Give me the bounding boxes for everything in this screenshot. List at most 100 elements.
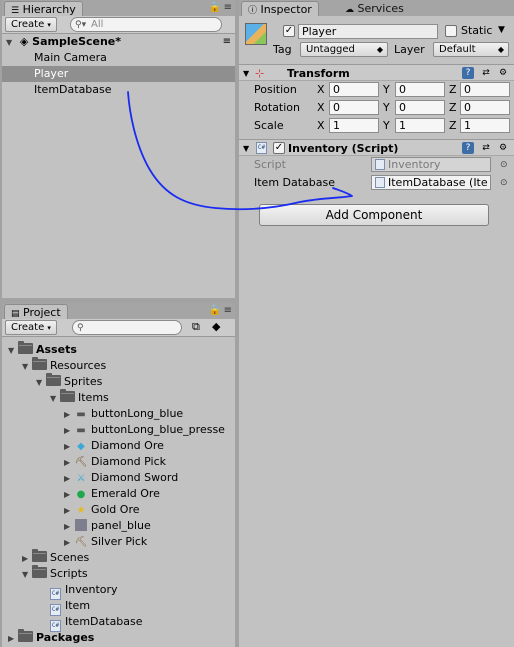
expand-arrow-icon[interactable]: ▼ — [36, 375, 46, 391]
asset-row[interactable]: ▶ ▬ buttonLong_blue — [2, 406, 235, 422]
hierarchy-item-player[interactable]: Player — [2, 66, 235, 82]
collapsed-arrow-icon[interactable]: ▶ — [64, 535, 74, 551]
object-picker-icon[interactable]: ⊙ — [500, 178, 508, 188]
tab-inspector[interactable]: ⓘ Inspector — [241, 1, 319, 16]
rotation-y-field[interactable]: 0 — [395, 100, 445, 115]
tag-value: Untagged — [306, 44, 355, 55]
collapsed-arrow-icon[interactable]: ▶ — [64, 503, 74, 519]
object-name-value: Player — [302, 25, 337, 38]
collapsed-arrow-icon[interactable]: ▶ — [64, 407, 74, 423]
active-checkbox[interactable]: ✓ — [283, 25, 295, 37]
hierarchy-create-button[interactable]: Create ▾ — [5, 17, 57, 32]
collapsed-arrow-icon[interactable]: ▶ — [64, 455, 74, 471]
tree-item-packages[interactable]: ▶ Packages — [2, 629, 235, 647]
expand-arrow-icon[interactable]: ▼ — [6, 35, 16, 51]
tree-item-resources[interactable]: ▼ Resources — [2, 357, 235, 375]
hierarchy-item-label: ItemDatabase — [34, 83, 112, 96]
asset-row[interactable]: ▶ ⚔ Diamond Sword — [2, 470, 235, 486]
folder-icon — [46, 373, 61, 386]
lock-icon[interactable]: 🔒 — [209, 2, 221, 13]
expand-arrow-icon[interactable]: ▼ — [22, 567, 32, 583]
tree-item-items[interactable]: ▼ Items — [2, 389, 235, 407]
collapsed-arrow-icon[interactable]: ▶ — [64, 439, 74, 455]
script-file-row[interactable]: C# Inventory — [2, 582, 235, 600]
expand-arrow-icon[interactable]: ▼ — [243, 65, 249, 82]
collapsed-arrow-icon[interactable]: ▶ — [64, 471, 74, 487]
item-database-object-field[interactable]: ItemDatabase (Ite — [371, 175, 491, 190]
project-create-button[interactable]: Create ▾ — [5, 320, 57, 335]
emerald-icon: ● — [76, 489, 86, 500]
tab-hierarchy[interactable]: ☰ Hierarchy — [4, 1, 83, 16]
asset-row[interactable]: ▶ ◆ Diamond Ore — [2, 438, 235, 454]
field-value: 1 — [399, 119, 406, 132]
expand-arrow-icon[interactable]: ▼ — [8, 343, 18, 359]
hierarchy-item-label: Player — [34, 67, 69, 80]
lock-icon[interactable]: 🔒 — [209, 305, 221, 316]
script-label: Inventory — [65, 583, 118, 596]
scene-menu-icon[interactable]: ≡ — [223, 34, 231, 50]
asset-row[interactable]: ▶ ▬ buttonLong_blue_presse — [2, 422, 235, 438]
transform-header[interactable]: ▼ ⊹ Transform ? ⇄ ⚙ — [239, 64, 514, 81]
hierarchy-item-itemdatabase[interactable]: ItemDatabase — [2, 82, 235, 98]
asset-row[interactable]: ▶ panel_blue — [2, 518, 235, 534]
collapsed-arrow-icon[interactable]: ▶ — [64, 487, 74, 503]
panel-menu-icon[interactable]: ≡ — [224, 305, 232, 316]
static-dropdown-arrow-icon[interactable]: ▼ — [498, 25, 505, 35]
asset-row[interactable]: ▶ ● Emerald Ore — [2, 486, 235, 502]
object-picker-icon[interactable]: ⊙ — [500, 160, 508, 170]
scale-x-field[interactable]: 1 — [329, 118, 379, 133]
scale-z-field[interactable]: 1 — [460, 118, 510, 133]
hierarchy-item-main-camera[interactable]: Main Camera — [2, 50, 235, 66]
rotation-x-field[interactable]: 0 — [329, 100, 379, 115]
hierarchy-search-input[interactable]: ⚲▾ All — [70, 17, 222, 32]
component-enabled-checkbox[interactable]: ✓ — [273, 142, 285, 154]
layer-dropdown[interactable]: Default ◆ — [433, 42, 509, 57]
collapsed-arrow-icon[interactable]: ▶ — [22, 551, 32, 567]
gear-icon[interactable]: ⚙ — [497, 67, 509, 79]
tab-services[interactable]: ☁ Services — [339, 1, 410, 16]
rotation-z-field[interactable]: 0 — [460, 100, 510, 115]
asset-row[interactable]: ▶ ★ Gold Ore — [2, 502, 235, 518]
asset-row[interactable]: ▶ ⛏ Diamond Pick — [2, 454, 235, 470]
script-file-row[interactable]: C# Item — [2, 598, 235, 616]
gear-icon[interactable]: ⚙ — [497, 142, 509, 154]
chevron-down-icon: ▾ — [47, 21, 51, 29]
expand-arrow-icon[interactable]: ▼ — [243, 140, 249, 157]
gold-ore-icon: ★ — [76, 505, 86, 516]
collapsed-arrow-icon[interactable]: ▶ — [8, 631, 18, 647]
filter-by-type-icon[interactable]: ⧉ — [192, 320, 200, 334]
tab-project[interactable]: ▤ Project — [4, 304, 68, 319]
axis-x-label: X — [317, 101, 325, 114]
scene-row[interactable]: ▼ ◈ SampleScene* ≡ — [2, 34, 235, 50]
folder-icon — [60, 389, 75, 402]
axis-y-label: Y — [383, 83, 390, 96]
preset-icon[interactable]: ⇄ — [480, 67, 492, 79]
position-x-field[interactable]: 0 — [329, 82, 379, 97]
inventory-header[interactable]: ▼ C# ✓ Inventory (Script) ? ⇄ ⚙ — [239, 139, 514, 156]
tree-item-scripts[interactable]: ▼ Scripts — [2, 565, 235, 583]
tree-item-scenes[interactable]: ▶ Scenes — [2, 549, 235, 567]
expand-arrow-icon[interactable]: ▼ — [50, 391, 60, 407]
script-file-row[interactable]: C# ItemDatabase — [2, 614, 235, 632]
static-checkbox[interactable] — [445, 25, 457, 37]
add-component-button[interactable]: Add Component — [259, 204, 489, 226]
tree-item-assets[interactable]: ▼ Assets — [2, 341, 235, 359]
project-search-input[interactable]: ⚲ — [72, 320, 182, 335]
project-toolbar: Create ▾ ⚲ ⧉ ◆ — [2, 319, 235, 337]
collapsed-arrow-icon[interactable]: ▶ — [64, 519, 74, 535]
asset-row[interactable]: ▶ ⛏ Silver Pick — [2, 534, 235, 550]
help-icon[interactable]: ? — [462, 67, 474, 79]
object-name-field[interactable]: Player — [298, 24, 438, 39]
tree-item-sprites[interactable]: ▼ Sprites — [2, 373, 235, 391]
tag-dropdown[interactable]: Untagged ◆ — [300, 42, 388, 57]
filter-by-label-icon[interactable]: ◆ — [212, 320, 220, 333]
position-y-field[interactable]: 0 — [395, 82, 445, 97]
panel-menu-icon[interactable]: ≡ — [224, 2, 232, 13]
scene-name: SampleScene* — [32, 35, 122, 48]
preset-icon[interactable]: ⇄ — [480, 142, 492, 154]
help-icon[interactable]: ? — [462, 142, 474, 154]
collapsed-arrow-icon[interactable]: ▶ — [64, 423, 74, 439]
position-z-field[interactable]: 0 — [460, 82, 510, 97]
scale-y-field[interactable]: 1 — [395, 118, 445, 133]
expand-arrow-icon[interactable]: ▼ — [22, 359, 32, 375]
